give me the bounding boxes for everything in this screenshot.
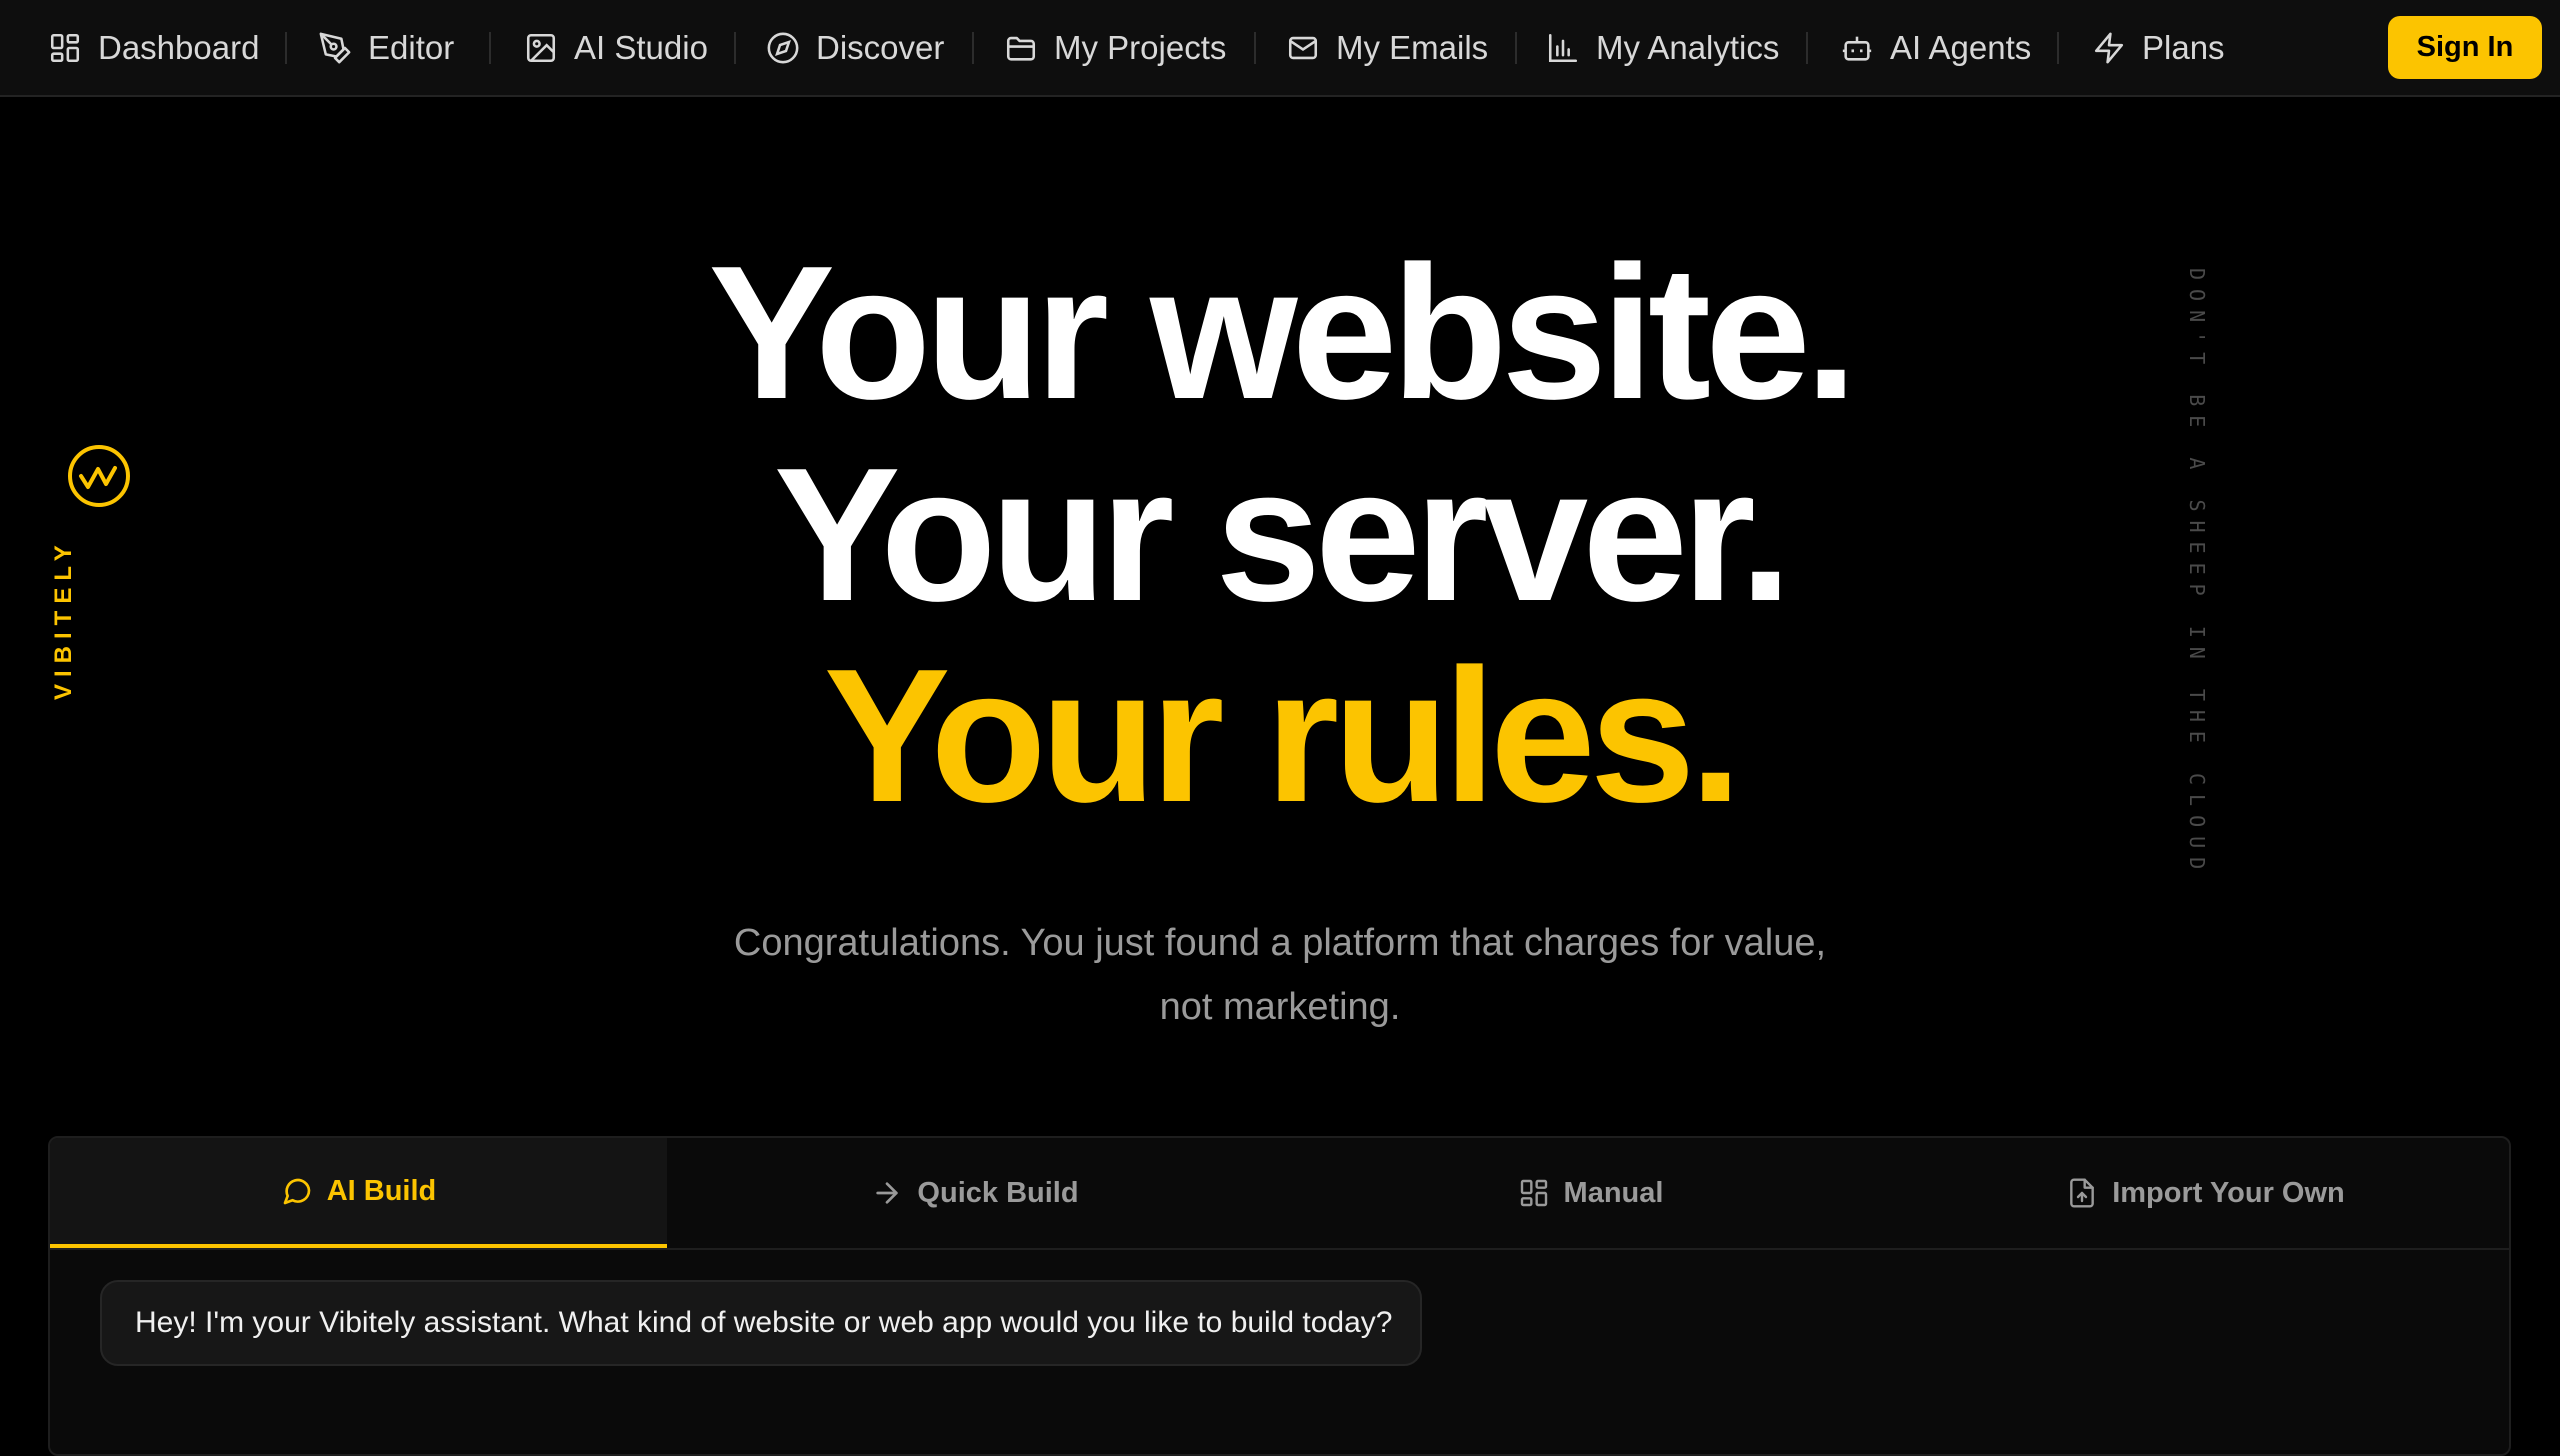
dashboard-icon	[50, 33, 80, 63]
nav-item-ai-studio[interactable]: AI Studio	[524, 20, 708, 76]
hero-headline-line-2: Your server.	[773, 429, 1792, 641]
grid-icon	[1520, 1179, 1547, 1207]
nav-label-ai-studio: AI Studio	[574, 29, 708, 66]
compass-icon	[767, 32, 799, 64]
tab-label-ai-build: AI Build	[326, 1174, 437, 1207]
nav-divider	[1254, 32, 1256, 64]
nav-item-dashboard[interactable]: Dashboard	[48, 20, 259, 76]
nav-divider	[734, 32, 736, 64]
bot-icon	[1842, 36, 1872, 61]
tab-quick-build[interactable]: Quick Build	[667, 1138, 1283, 1248]
tab-label-quick-build: Quick Build	[917, 1176, 1079, 1209]
arrow-right-icon	[876, 1182, 899, 1204]
nav-item-my-projects[interactable]: My Projects	[1004, 20, 1226, 76]
pen-tool-icon	[319, 32, 351, 64]
nav-label-my-emails: My Emails	[1336, 29, 1489, 66]
tab-import-your-own[interactable]: Import Your Own	[1898, 1138, 2509, 1248]
nav-divider	[2057, 32, 2059, 64]
nav-item-my-emails[interactable]: My Emails	[1286, 20, 1488, 76]
nav-label-discover: Discover	[816, 29, 945, 66]
nav-label-dashboard: Dashboard	[98, 29, 260, 66]
nav-label-plans: Plans	[2142, 29, 2225, 66]
builder-tabs: AI Build Quick Build Manual Import Your …	[50, 1138, 2509, 1250]
nav-label-editor: Editor	[368, 29, 455, 66]
file-upload-icon	[2070, 1178, 2095, 1208]
tab-label-import-your-own: Import Your Own	[2112, 1176, 2345, 1209]
nav-divider	[1806, 32, 1808, 64]
tab-ai-build[interactable]: AI Build	[50, 1138, 667, 1248]
nav-label-my-projects: My Projects	[1054, 29, 1227, 66]
mail-icon	[1288, 36, 1318, 60]
hero-subtitle-line-2: not marketing.	[1159, 986, 1401, 1028]
nav-label-my-analytics: My Analytics	[1596, 29, 1780, 66]
builder-panel: AI Build Quick Build Manual Import Your …	[48, 1136, 2511, 1456]
assistant-message-text: Hey! I'm your Vibitely assistant. What k…	[135, 1306, 1393, 1339]
hero-subtitle-line-1: Congratulations. You just found a platfo…	[733, 922, 1827, 964]
nav-item-editor[interactable]: Editor	[318, 20, 454, 76]
nav-divider	[489, 32, 491, 64]
message-circle-icon	[283, 1178, 311, 1205]
zap-icon	[2094, 32, 2124, 64]
bar-chart-icon	[1548, 33, 1578, 63]
sign-in-button[interactable]: Sign In	[2388, 16, 2542, 79]
hero-headline-line-1: Your website.	[708, 227, 1857, 439]
image-icon	[526, 33, 556, 63]
nav-divider	[1515, 32, 1517, 64]
nav-label-ai-agents: AI Agents	[1890, 29, 2032, 66]
tab-manual[interactable]: Manual	[1283, 1138, 1898, 1248]
hero-headline-line-3: Your rules.	[823, 630, 1742, 842]
assistant-message: Hey! I'm your Vibitely assistant. What k…	[100, 1280, 1422, 1366]
nav-item-my-analytics[interactable]: My Analytics	[1546, 20, 1779, 76]
nav-divider	[285, 32, 287, 64]
nav-item-ai-agents[interactable]: AI Agents	[1840, 20, 2031, 76]
nav-divider	[972, 32, 974, 64]
tab-label-manual: Manual	[1563, 1176, 1664, 1209]
top-navigation: Dashboard Editor AI Studio Discover My P…	[0, 0, 2560, 97]
nav-item-plans[interactable]: Plans	[2092, 20, 2225, 76]
nav-item-discover[interactable]: Discover	[766, 20, 944, 76]
folder-icon	[1006, 36, 1036, 61]
